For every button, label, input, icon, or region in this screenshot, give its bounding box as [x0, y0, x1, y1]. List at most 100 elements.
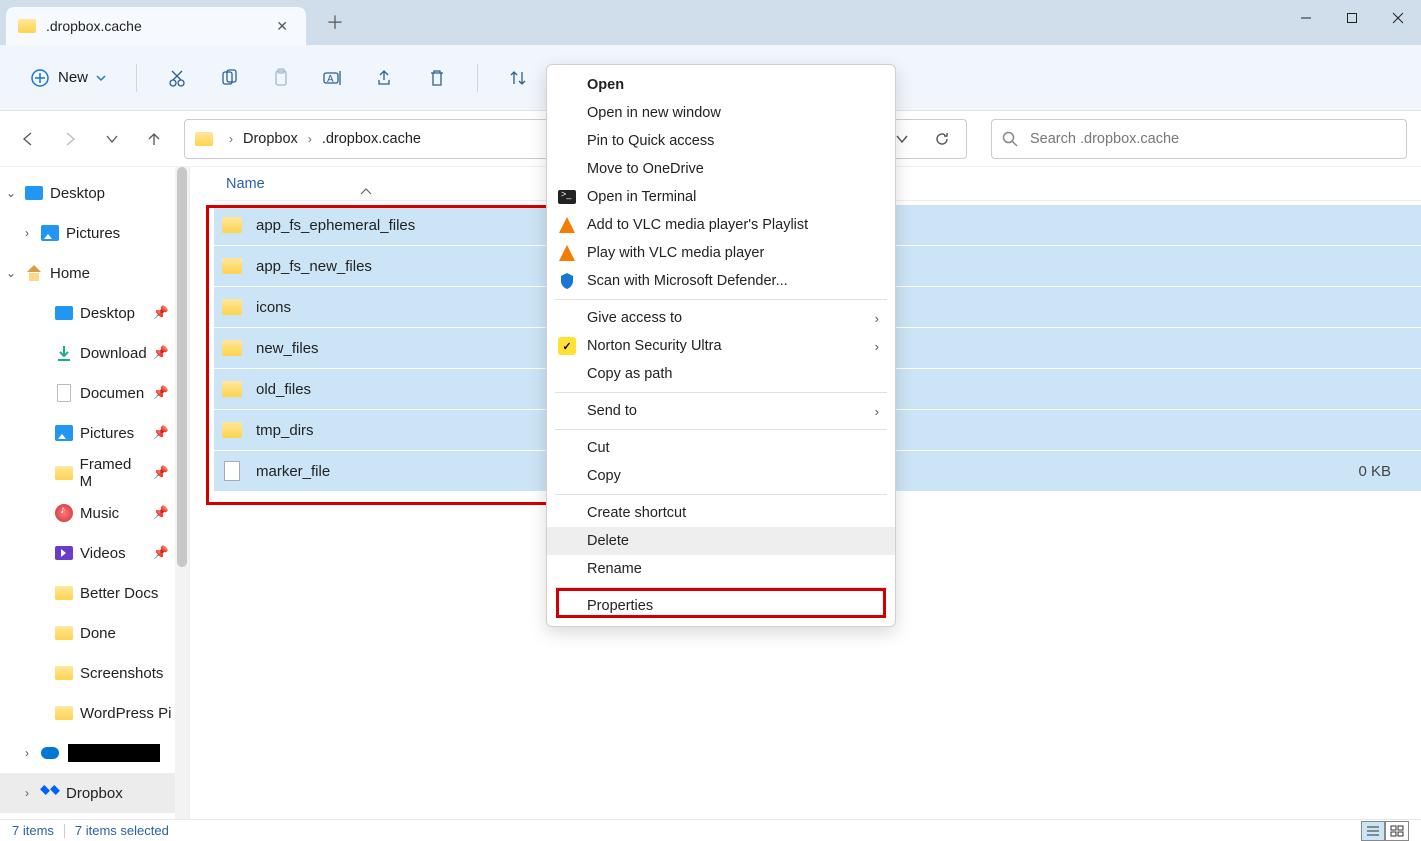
ctx-move-onedrive[interactable]: Move to OneDrive — [547, 155, 895, 183]
ctx-scan-defender[interactable]: Scan with Microsoft Defender... — [547, 267, 895, 295]
sort-button[interactable] — [498, 60, 538, 96]
folder-icon — [222, 217, 242, 233]
separator — [555, 587, 887, 588]
separator — [136, 64, 137, 92]
sidebar-item-screenshots[interactable]: Screenshots — [0, 653, 189, 693]
ctx-send-to[interactable]: Send to› — [547, 397, 895, 425]
new-button[interactable]: New — [20, 64, 116, 92]
ctx-open-terminal[interactable]: Open in Terminal — [547, 183, 895, 211]
copy-button[interactable] — [209, 60, 249, 96]
separator — [555, 299, 887, 300]
window-controls — [1283, 0, 1421, 36]
chevron-right-icon: › — [875, 311, 879, 326]
sidebar-item-wordpress[interactable]: WordPress Pi — [0, 693, 189, 733]
ctx-rename[interactable]: Rename — [547, 555, 895, 583]
scrollbar[interactable] — [175, 167, 189, 819]
vlc-icon — [557, 215, 577, 235]
status-selected: 7 items selected — [75, 823, 169, 838]
sidebar-item-onedrive[interactable]: › — [0, 733, 189, 773]
search-box[interactable]: Search .dropbox.cache — [991, 119, 1407, 159]
rename-button[interactable]: A — [313, 60, 353, 96]
sidebar: ⌄Desktop ›Pictures ⌄Home Desktop📌 Downlo… — [0, 167, 190, 819]
pin-icon: 📌 — [153, 505, 169, 521]
new-tab-button[interactable]: ＋ — [326, 9, 344, 35]
pin-icon: 📌 — [153, 345, 169, 361]
ctx-copy[interactable]: Copy — [547, 462, 895, 490]
sidebar-item-desktop[interactable]: ⌄Desktop — [0, 173, 189, 213]
sidebar-item-documents[interactable]: Documen📌 — [0, 373, 189, 413]
ctx-open-new-window[interactable]: Open in new window — [547, 99, 895, 127]
maximize-button[interactable] — [1329, 0, 1375, 36]
ctx-add-vlc[interactable]: Add to VLC media player's Playlist — [547, 211, 895, 239]
separator — [477, 64, 478, 92]
breadcrumb-seg-cache[interactable]: .dropbox.cache — [318, 127, 425, 151]
folder-icon — [18, 19, 36, 33]
sidebar-item-videos[interactable]: Videos📌 — [0, 533, 189, 573]
sidebar-item-desktop2[interactable]: Desktop📌 — [0, 293, 189, 333]
tab-active[interactable]: .dropbox.cache ✕ — [6, 7, 306, 45]
redacted-label — [68, 744, 160, 762]
pin-icon: 📌 — [153, 465, 169, 481]
shield-icon — [557, 271, 577, 291]
sidebar-item-done[interactable]: Done — [0, 613, 189, 653]
folder-icon — [222, 381, 242, 397]
folder-icon — [222, 299, 242, 315]
file-icon — [224, 461, 240, 481]
ctx-copy-path[interactable]: Copy as path — [547, 360, 895, 388]
vlc-icon — [557, 243, 577, 263]
chevron-down-icon — [96, 73, 106, 83]
svg-text:A: A — [327, 74, 334, 85]
ctx-norton[interactable]: ✓Norton Security Ultra› — [547, 332, 895, 360]
cut-button[interactable] — [157, 60, 197, 96]
pin-icon: 📌 — [153, 385, 169, 401]
ctx-properties[interactable]: Properties — [547, 592, 895, 620]
status-count: 7 items — [12, 823, 54, 838]
back-button[interactable] — [10, 121, 46, 157]
pin-icon: 📌 — [153, 545, 169, 561]
sidebar-item-downloads[interactable]: Download📌 — [0, 333, 189, 373]
sidebar-item-music[interactable]: Music📌 — [0, 493, 189, 533]
ctx-give-access[interactable]: Give access to› — [547, 304, 895, 332]
norton-icon: ✓ — [557, 336, 577, 356]
tab-title: .dropbox.cache — [46, 18, 270, 34]
close-tab-icon[interactable]: ✕ — [270, 16, 294, 37]
refresh-button[interactable] — [924, 121, 960, 157]
minimize-button[interactable] — [1283, 0, 1329, 36]
sidebar-item-dropbox[interactable]: ›Dropbox — [0, 773, 189, 813]
ctx-delete[interactable]: Delete — [547, 527, 895, 555]
new-button-label: New — [58, 69, 88, 86]
chevron-right-icon[interactable]: › — [302, 132, 318, 146]
status-bar: 7 items 7 items selected — [0, 819, 1421, 841]
recent-dropdown[interactable] — [94, 121, 130, 157]
chevron-right-icon: › — [875, 339, 879, 354]
pin-icon: 📌 — [153, 305, 169, 321]
separator — [555, 392, 887, 393]
ctx-open[interactable]: Open — [547, 71, 895, 99]
ctx-play-vlc[interactable]: Play with VLC media player — [547, 239, 895, 267]
view-thumbnails-button[interactable] — [1385, 821, 1409, 841]
chevron-right-icon: › — [875, 404, 879, 419]
delete-button[interactable] — [417, 60, 457, 96]
context-menu: Open Open in new window Pin to Quick acc… — [546, 64, 896, 627]
view-details-button[interactable] — [1361, 821, 1385, 841]
paste-button[interactable] — [261, 60, 301, 96]
separator — [555, 429, 887, 430]
sort-asc-icon — [360, 184, 372, 200]
share-button[interactable] — [365, 60, 405, 96]
up-button[interactable] — [136, 121, 172, 157]
sidebar-item-framed[interactable]: Framed M📌 — [0, 453, 189, 493]
ctx-pin-quick[interactable]: Pin to Quick access — [547, 127, 895, 155]
view-mode-buttons — [1361, 821, 1409, 841]
forward-button[interactable] — [52, 121, 88, 157]
column-name[interactable]: Name — [226, 176, 546, 192]
chevron-right-icon[interactable]: › — [223, 132, 239, 146]
ctx-create-shortcut[interactable]: Create shortcut — [547, 499, 895, 527]
sidebar-item-pictures2[interactable]: Pictures📌 — [0, 413, 189, 453]
ctx-cut[interactable]: Cut — [547, 434, 895, 462]
sidebar-item-pictures[interactable]: ›Pictures — [0, 213, 189, 253]
close-window-button[interactable] — [1375, 0, 1421, 36]
separator — [64, 824, 65, 838]
sidebar-item-home[interactable]: ⌄Home — [0, 253, 189, 293]
breadcrumb-seg-dropbox[interactable]: Dropbox — [239, 127, 302, 151]
sidebar-item-betterdocs[interactable]: Better Docs — [0, 573, 189, 613]
